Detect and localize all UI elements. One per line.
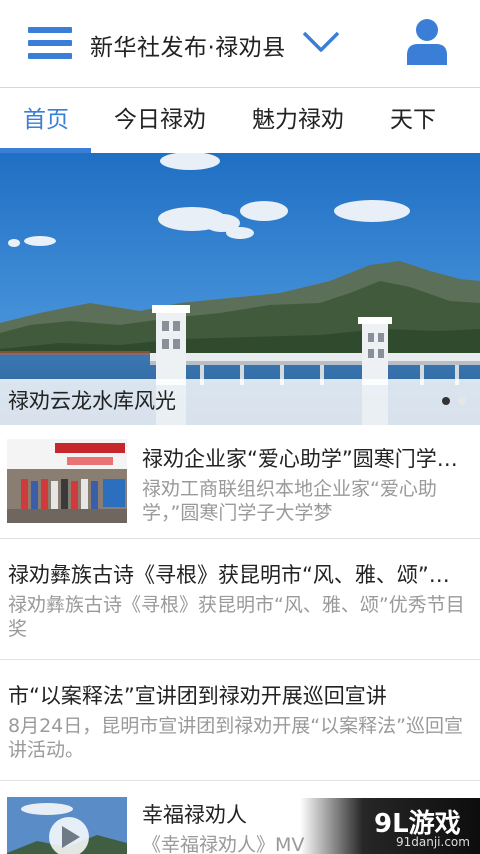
news-thumbnail: [7, 439, 127, 523]
news-summary: 禄劝工商联组织本地企业家“爱心助学，”圆寒门学子大学梦: [142, 478, 437, 524]
news-item[interactable]: 市“以案释法”宣讲团到禄劝开展巡回宣讲 8月24日，昆明市宣讲团到禄劝开展“以案…: [0, 660, 480, 781]
site-title: 新华社发布·禄劝县: [90, 35, 286, 61]
carousel-dot-active[interactable]: [442, 397, 450, 405]
app-header: 新华社发布·禄劝县: [0, 0, 480, 88]
carousel-dots: [434, 390, 466, 409]
watermark-url: 91danji.com: [396, 835, 470, 849]
news-summary: 禄劝彝族古诗《寻根》获昆明市“风、雅、颂”优秀节目奖: [8, 594, 465, 640]
news-title: 市“以案释法”宣讲团到禄劝开展巡回宣讲: [8, 684, 387, 708]
carousel-dot[interactable]: [458, 397, 466, 405]
chevron-down-icon[interactable]: [302, 30, 340, 54]
news-item[interactable]: 禄劝彝族古诗《寻根》获昆明市“风、雅、颂”优秀节目奖 禄劝彝族古诗《寻根》获昆明…: [0, 539, 480, 660]
news-item[interactable]: 禄劝企业家“爱心助学”圆寒门学子大学梦 禄劝工商联组织本地企业家“爱心助学，”圆…: [0, 425, 480, 539]
news-title: 禄劝企业家“爱心助学”圆寒门学子大学梦: [142, 447, 474, 471]
tab-home[interactable]: 首页: [23, 88, 69, 154]
tab-world[interactable]: 天下: [390, 88, 436, 154]
user-profile-icon[interactable]: [406, 18, 448, 66]
hamburger-menu-icon[interactable]: [28, 27, 74, 61]
banner-carousel[interactable]: 禄劝云龙水库风光: [0, 153, 480, 425]
tab-today-luquan[interactable]: 今日禄劝: [114, 88, 206, 154]
tab-charming-luquan[interactable]: 魅力禄劝: [252, 88, 344, 154]
news-title: 禄劝彝族古诗《寻根》获昆明市“风、雅、颂”优秀节目奖: [8, 563, 470, 587]
news-summary: 8月24日，昆明市宣讲团到禄劝开展“以案释法”巡回宣讲活动。: [8, 715, 463, 761]
banner-caption: 禄劝云龙水库风光: [8, 389, 176, 413]
category-tab-bar: 首页 今日禄劝 魅力禄劝 天下: [0, 88, 480, 154]
video-thumbnail: [7, 797, 127, 854]
